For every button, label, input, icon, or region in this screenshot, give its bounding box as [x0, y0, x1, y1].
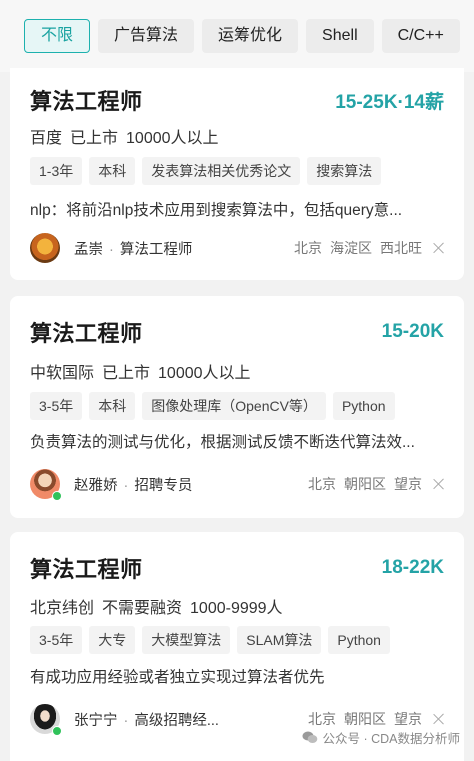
- separator: ·: [109, 241, 114, 258]
- job-card[interactable]: 算法工程师 15-20K 中软国际 已上市 10000人以上 3-5年 本科 图像处…: [10, 296, 464, 518]
- job-card[interactable]: 算法工程师 18-22K 北京纬创 不需要融资 1000-9999人 3-5年 大专…: [10, 532, 464, 761]
- company-name: 百度: [30, 130, 63, 147]
- company-stage: 已上市: [70, 130, 119, 147]
- job-tag: SLAM算法: [237, 626, 322, 654]
- job-tag: 大专: [89, 626, 136, 654]
- location-area: 望京: [394, 476, 422, 492]
- avatar[interactable]: [30, 704, 62, 736]
- job-tag: 3-5年: [30, 626, 83, 654]
- close-icon[interactable]: [432, 477, 446, 491]
- job-location: 北京 朝阳区 望京: [300, 709, 422, 729]
- job-tag: 本科: [89, 392, 136, 420]
- job-tag: 本科: [89, 157, 136, 185]
- job-tag: 大模型算法: [142, 626, 231, 654]
- job-salary: 15-20K: [381, 321, 444, 342]
- job-location: 北京 海淀区 西北旺: [286, 238, 422, 258]
- filter-chip-all[interactable]: 不限: [24, 19, 91, 53]
- job-footer: 孟崇 · 算法工程师 北京 海淀区 西北旺: [30, 232, 446, 264]
- recruiter-role: 算法工程师: [119, 241, 193, 258]
- close-icon[interactable]: [432, 241, 446, 255]
- filter-bar: 不限 广告算法 运筹优化 Shell C/C++: [0, 0, 474, 72]
- job-tags: 1-3年 本科 发表算法相关优秀论文 搜索算法: [30, 157, 382, 185]
- avatar[interactable]: [30, 469, 62, 501]
- recruiter-info: 赵雅娇 · 招聘专员: [74, 474, 192, 495]
- recruiter-name: 张宁宁: [74, 712, 118, 729]
- company-size: 10000人以上: [158, 365, 251, 382]
- job-title: 算法工程师: [30, 321, 143, 346]
- job-card[interactable]: 算法工程师 15-25K·14薪 百度 已上市 10000人以上 1-3年 本科 发…: [10, 68, 464, 280]
- job-location: 北京 朝阳区 望京: [300, 474, 422, 494]
- recruiter-role: 高级招聘经...: [134, 712, 219, 729]
- job-tags: 3-5年 大专 大模型算法 SLAM算法 Python: [30, 626, 390, 654]
- location-city: 北京: [308, 476, 336, 492]
- job-tag: 1-3年: [30, 157, 83, 185]
- company-stage: 不需要融资: [102, 600, 183, 617]
- job-title: 算法工程师: [30, 557, 143, 582]
- company-info: 北京纬创 不需要融资 1000-9999人: [30, 594, 291, 618]
- job-tag: 图像处理库（OpenCV等）: [142, 392, 326, 420]
- job-salary: 18-22K: [381, 557, 444, 578]
- separator: ·: [123, 477, 129, 494]
- recruiter-role: 招聘专员: [134, 477, 193, 494]
- job-tag: 发表算法相关优秀论文: [142, 157, 301, 185]
- recruiter-info: 孟崇 · 算法工程师: [74, 238, 192, 259]
- job-salary: 15-25K·14薪: [335, 91, 444, 113]
- wechat-icon: [302, 731, 318, 743]
- location-city: 北京: [294, 240, 322, 256]
- company-size: 1000-9999人: [190, 600, 283, 617]
- job-title: 算法工程师: [30, 89, 143, 114]
- company-name: 中软国际: [30, 365, 95, 382]
- filter-chip-c-cpp[interactable]: C/C++: [381, 19, 460, 53]
- recruiter-name: 赵雅娇: [74, 477, 118, 494]
- online-status-dot: [52, 491, 62, 501]
- watermark-text: 公众号 · CDA数据分析师: [322, 732, 460, 746]
- location-district: 朝阳区: [344, 476, 386, 492]
- filter-chip-shell[interactable]: Shell: [306, 19, 374, 53]
- job-description: nlp：将前沿nlp技术应用到搜索算法中，包括query意...: [30, 202, 403, 219]
- job-tag: 3-5年: [30, 392, 83, 420]
- filter-chip-operations-research[interactable]: 运筹优化: [202, 19, 299, 53]
- close-icon[interactable]: [432, 712, 446, 726]
- location-city: 北京: [308, 711, 336, 727]
- location-district: 海淀区: [330, 240, 372, 256]
- location-area: 西北旺: [380, 240, 422, 256]
- recruiter-info: 张宁宁 · 高级招聘经...: [74, 709, 219, 730]
- recruiter-name: 孟崇: [74, 241, 103, 258]
- company-size: 10000人以上: [126, 130, 219, 147]
- watermark: 公众号 · CDA数据分析师: [302, 728, 460, 747]
- location-district: 朝阳区: [344, 711, 386, 727]
- job-footer: 赵雅娇 · 招聘专员 北京 朝阳区 望京: [30, 468, 446, 501]
- company-info: 中软国际 已上市 10000人以上: [30, 359, 259, 383]
- filter-chip-ad-algorithm[interactable]: 广告算法: [98, 19, 195, 53]
- job-tag: Python: [332, 392, 395, 420]
- job-description: 负责算法的测试与优化，根据测试反馈不断迭代算法效...: [30, 434, 415, 451]
- separator: ·: [123, 712, 129, 729]
- job-description: 有成功应用经验或者独立实现过算法者优先: [30, 669, 325, 686]
- avatar[interactable]: [30, 233, 60, 263]
- company-name: 北京纬创: [30, 600, 95, 617]
- job-tag: 搜索算法: [307, 157, 382, 185]
- job-tags: 3-5年 本科 图像处理库（OpenCV等） Python: [30, 392, 395, 420]
- online-status-dot: [52, 726, 62, 736]
- company-info: 百度 已上市 10000人以上: [30, 124, 227, 148]
- job-tag: Python: [328, 626, 390, 654]
- location-area: 望京: [394, 711, 422, 727]
- company-stage: 已上市: [102, 365, 151, 382]
